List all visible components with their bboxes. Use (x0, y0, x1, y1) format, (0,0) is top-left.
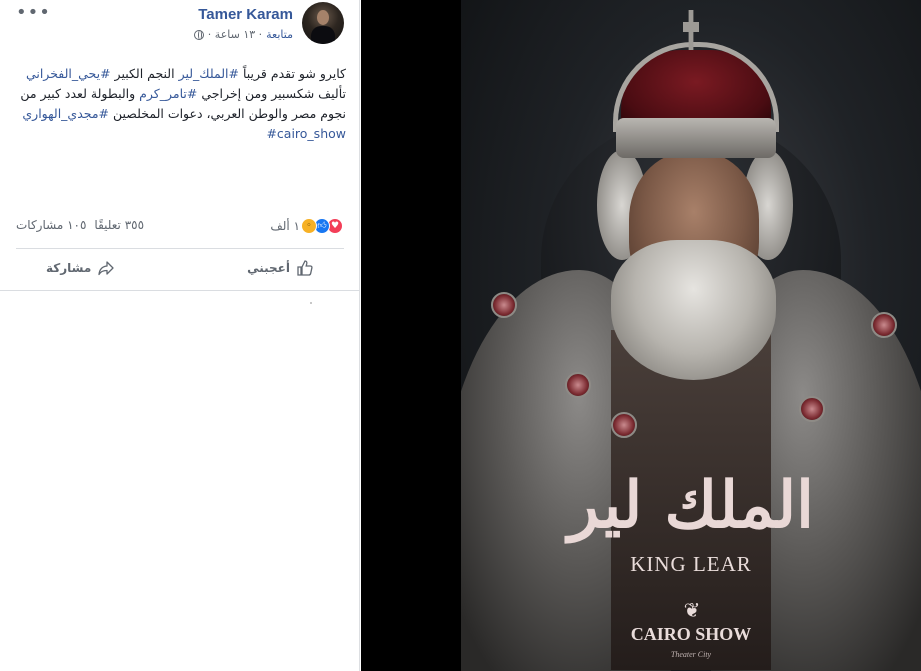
divider (0, 290, 360, 291)
jewel-ornament (611, 412, 637, 438)
crown-band (616, 118, 776, 158)
hashtag-link[interactable]: #مجدي_الهواري (22, 106, 109, 121)
shares-count-link[interactable]: ١٠٥ مشاركات (16, 218, 86, 232)
post-text-segment: تأليف شكسبير ومن إخراجي (197, 86, 346, 101)
reactions-summary[interactable]: ♥ 👍︎ ◦ ١ ألف (270, 218, 343, 234)
reaction-icons: ♥ 👍︎ ◦ (301, 218, 343, 234)
thumbs-up-icon (297, 260, 313, 276)
hashtag-link[interactable]: #الملك_لير (179, 66, 239, 81)
king-beard (611, 240, 776, 380)
poster-title-english: KING LEAR (630, 552, 752, 576)
hashtag-link[interactable]: #تامر_كرم (139, 86, 197, 101)
poster-title-arabic: الملك لير (568, 468, 816, 543)
jewel-ornament (799, 396, 825, 422)
loading-dot (310, 302, 312, 304)
follow-link[interactable]: متابعة (266, 28, 293, 41)
author-name-link[interactable]: Tamer Karam (198, 6, 293, 23)
share-arrow-icon (98, 261, 114, 276)
wow-icon: ◦ (301, 218, 317, 234)
avatar-body (311, 26, 335, 44)
comments-count-link[interactable]: ٣٥٥ تعليقًا (94, 218, 144, 232)
post-panel: ••• Tamer Karam متابعة · ١٣ ساعة · كايرو… (0, 0, 360, 671)
poster-brand-subtitle: Theater City (670, 650, 712, 659)
action-bar: أعجبني مشاركة (16, 253, 344, 283)
hashtag-link[interactable]: #يحي_الفخراني (26, 66, 111, 81)
post-meta: متابعة · ١٣ ساعة · (193, 28, 293, 41)
poster-brand: CAIRO SHOW (630, 624, 752, 644)
jewel-ornament (871, 312, 897, 338)
cairo-show-logo-icon: ❦ (683, 598, 701, 622)
hashtag-link[interactable]: #cairo_show (266, 126, 346, 141)
engagement-counts: ٣٥٥ تعليقًا ١٠٥ مشاركات (16, 218, 144, 232)
divider (16, 248, 344, 249)
reaction-count: ١ ألف (270, 219, 300, 233)
jewel-ornament (565, 372, 591, 398)
share-button-label: مشاركة (46, 261, 92, 275)
post-text: كايرو شو تقدم قريباً #الملك_لير النجم ال… (16, 64, 346, 144)
more-options-button[interactable]: ••• (16, 2, 51, 23)
like-button-label: أعجبني (247, 261, 290, 275)
jewel-ornament (491, 292, 517, 318)
post-time[interactable]: · ١٣ ساعة · (208, 28, 262, 41)
share-button[interactable]: مشاركة (46, 253, 115, 283)
like-button[interactable]: أعجبني (247, 253, 314, 283)
post-text-segment: النجم الكبير (110, 66, 179, 81)
post-text-segment: كايرو شو تقدم قريباً (238, 66, 346, 81)
avatar-head (317, 10, 329, 25)
post-photo[interactable]: الملك لير KING LEAR ❦ CAIRO SHOW Theater… (461, 0, 921, 671)
globe-icon (193, 29, 204, 40)
author-avatar[interactable] (302, 2, 344, 44)
